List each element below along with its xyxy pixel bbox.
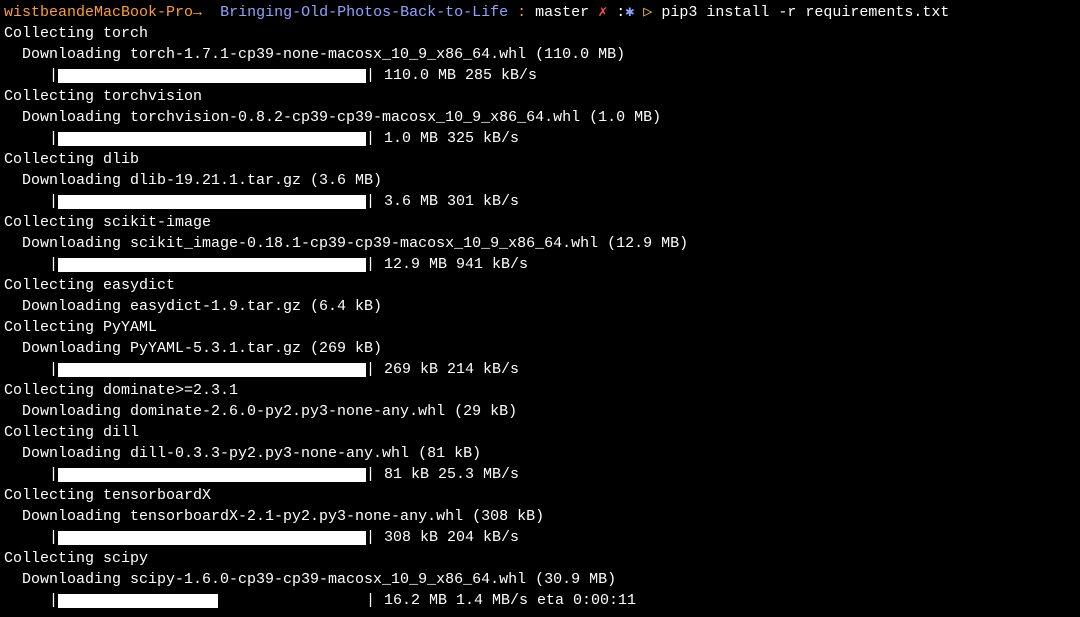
git-staged-icon: ✱ <box>625 4 634 21</box>
progress-bar-fill <box>58 132 366 146</box>
downloading-line: Downloading torchvision-0.8.2-cp39-cp39-… <box>4 107 1076 128</box>
collecting-line: Collecting dominate>=2.3.1 <box>4 380 1076 401</box>
progress-info: | 81 kB 25.3 MB/s <box>366 464 519 485</box>
progress-line: | | 110.0 MB 285 kB/s <box>4 65 1076 86</box>
pipe-icon: | <box>49 590 58 611</box>
progress-bar <box>58 69 366 83</box>
progress-line: | | 1.0 MB 325 kB/s <box>4 128 1076 149</box>
collecting-line: Collecting easydict <box>4 275 1076 296</box>
collecting-line: Collecting torchvision <box>4 86 1076 107</box>
progress-bar-fill <box>58 594 218 608</box>
pipe-icon: | <box>49 65 58 86</box>
progress-line: | | 81 kB 25.3 MB/s <box>4 464 1076 485</box>
terminal-output: Collecting torchDownloading torch-1.7.1-… <box>4 23 1076 611</box>
progress-bar <box>58 531 366 545</box>
collecting-line: Collecting scikit-image <box>4 212 1076 233</box>
progress-bar <box>58 594 366 608</box>
progress-bar-fill <box>58 531 366 545</box>
progress-info: | 16.2 MB 1.4 MB/s eta 0:00:11 <box>366 590 636 611</box>
progress-info: | 308 kB 204 kB/s <box>366 527 519 548</box>
command-text: pip3 install -r requirements.txt <box>661 4 949 21</box>
downloading-line: Downloading easydict-1.9.tar.gz (6.4 kB) <box>4 296 1076 317</box>
downloading-line: Downloading scipy-1.6.0-cp39-cp39-macosx… <box>4 569 1076 590</box>
collecting-line: Collecting dlib <box>4 149 1076 170</box>
downloading-line: Downloading dill-0.3.3-py2.py3-none-any.… <box>4 443 1076 464</box>
progress-info: | 269 kB 214 kB/s <box>366 359 519 380</box>
colon: : <box>616 4 625 21</box>
git-dirty-icon: ✗ <box>598 4 607 21</box>
downloading-line: Downloading PyYAML-5.3.1.tar.gz (269 kB) <box>4 338 1076 359</box>
hostname: wistbeandeMacBook-Pro <box>4 4 193 21</box>
progress-bar <box>58 258 366 272</box>
progress-line: | | 269 kB 214 kB/s <box>4 359 1076 380</box>
progress-bar <box>58 468 366 482</box>
collecting-line: Collecting dill <box>4 422 1076 443</box>
pipe-icon: | <box>49 464 58 485</box>
current-directory: Bringing-Old-Photos-Back-to-Life <box>220 4 508 21</box>
progress-bar <box>58 132 366 146</box>
terminal-window[interactable]: wistbeandeMacBook-Pro→ Bringing-Old-Phot… <box>0 0 1080 611</box>
prompt-triangle-icon: ▷ <box>643 4 652 21</box>
progress-line: | | 12.9 MB 941 kB/s <box>4 254 1076 275</box>
progress-bar-fill <box>58 468 366 482</box>
progress-line: | | 308 kB 204 kB/s <box>4 527 1076 548</box>
pipe-icon: | <box>49 128 58 149</box>
downloading-line: Downloading tensorboardX-2.1-py2.py3-non… <box>4 506 1076 527</box>
progress-bar <box>58 363 366 377</box>
progress-line: | | 16.2 MB 1.4 MB/s eta 0:00:11 <box>4 590 1076 611</box>
collecting-line: Collecting scipy <box>4 548 1076 569</box>
progress-line: | | 3.6 MB 301 kB/s <box>4 191 1076 212</box>
downloading-line: Downloading dominate-2.6.0-py2.py3-none-… <box>4 401 1076 422</box>
progress-info: | 1.0 MB 325 kB/s <box>366 128 519 149</box>
pipe-icon: | <box>49 191 58 212</box>
collecting-line: Collecting torch <box>4 23 1076 44</box>
downloading-line: Downloading torch-1.7.1-cp39-none-macosx… <box>4 44 1076 65</box>
pipe-icon: | <box>49 254 58 275</box>
progress-info: | 3.6 MB 301 kB/s <box>366 191 519 212</box>
pipe-icon: | <box>49 359 58 380</box>
downloading-line: Downloading dlib-19.21.1.tar.gz (3.6 MB) <box>4 170 1076 191</box>
progress-info: | 12.9 MB 941 kB/s <box>366 254 528 275</box>
pipe-icon: | <box>49 527 58 548</box>
collecting-line: Collecting PyYAML <box>4 317 1076 338</box>
progress-bar-fill <box>58 69 366 83</box>
progress-bar-fill <box>58 195 366 209</box>
prompt-line: wistbeandeMacBook-Pro→ Bringing-Old-Phot… <box>4 2 1076 23</box>
downloading-line: Downloading scikit_image-0.18.1-cp39-cp3… <box>4 233 1076 254</box>
progress-info: | 110.0 MB 285 kB/s <box>366 65 537 86</box>
separator-colon: : <box>517 4 526 21</box>
progress-bar-fill <box>58 258 366 272</box>
prompt-arrow-icon: → <box>193 4 202 21</box>
progress-bar-fill <box>58 363 366 377</box>
git-branch: master <box>535 4 589 21</box>
progress-bar <box>58 195 366 209</box>
collecting-line: Collecting tensorboardX <box>4 485 1076 506</box>
